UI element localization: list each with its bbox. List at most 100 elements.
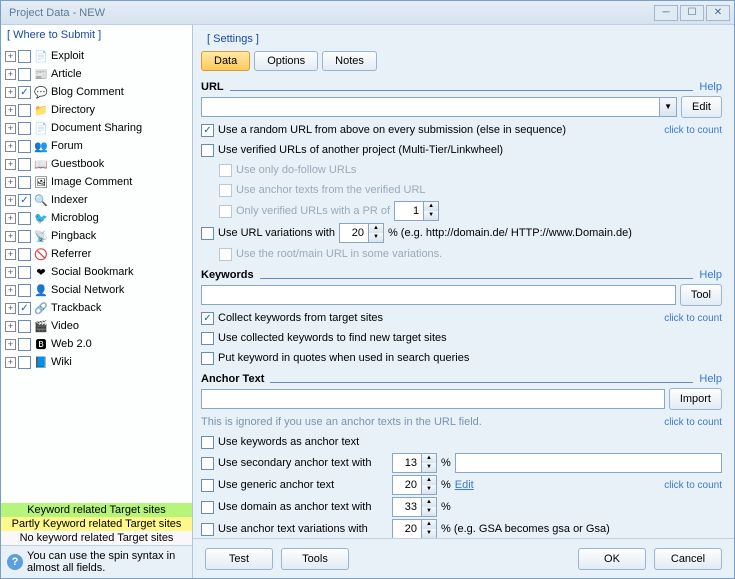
engine-checkbox[interactable] [18,356,31,369]
tree-item[interactable]: +🅱Web 2.0 [3,335,190,353]
collect-keywords-checkbox[interactable] [201,312,214,325]
url-edit-button[interactable]: Edit [681,96,722,118]
engine-checkbox[interactable] [18,266,31,279]
tree-item[interactable]: +🐦Microblog [3,209,190,227]
url-ctc[interactable]: click to count [664,125,722,136]
test-button[interactable]: Test [205,548,273,570]
expand-icon[interactable]: + [5,123,16,134]
close-button[interactable]: ✕ [706,5,730,21]
url-variations-checkbox[interactable] [201,227,214,240]
expand-icon[interactable]: + [5,87,16,98]
engine-checkbox[interactable] [18,194,31,207]
url-dropdown-button[interactable]: ▼ [659,98,676,116]
tab-data[interactable]: Data [201,51,250,71]
expand-icon[interactable]: + [5,51,16,62]
tree-item[interactable]: +💬Blog Comment [3,83,190,101]
expand-icon[interactable]: + [5,213,16,224]
anchor-variations-checkbox[interactable] [201,523,214,536]
pr-value[interactable] [395,202,423,220]
expand-icon[interactable]: + [5,195,16,206]
tree-item[interactable]: +👥Forum [3,137,190,155]
use-keywords-anchor-checkbox[interactable] [201,436,214,449]
engine-checkbox[interactable] [18,212,31,225]
use-collected-checkbox[interactable] [201,332,214,345]
generic-ctc[interactable]: click to count [664,480,722,491]
anchor-help-link[interactable]: Help [699,373,722,385]
expand-icon[interactable]: + [5,339,16,350]
pr-down[interactable]: ▼ [424,211,438,220]
tools-button[interactable]: Tools [281,548,349,570]
engine-checkbox[interactable] [18,158,31,171]
expand-icon[interactable]: + [5,159,16,170]
engine-checkbox[interactable] [18,50,31,63]
expand-icon[interactable]: + [5,231,16,242]
engine-tree[interactable]: +📄Exploit+📰Article+💬Blog Comment+📁Direct… [1,45,192,503]
settings-scroll[interactable]: URL Help ▼ Edit Use a random URL from a [201,75,726,538]
random-url-checkbox[interactable] [201,124,214,137]
engine-checkbox[interactable] [18,320,31,333]
cancel-button[interactable]: Cancel [654,548,722,570]
url-help-link[interactable]: Help [699,81,722,93]
anchor-import-button[interactable]: Import [669,388,722,410]
engine-checkbox[interactable] [18,122,31,135]
expand-icon[interactable]: + [5,69,16,80]
engine-checkbox[interactable] [18,284,31,297]
tree-item[interactable]: +🚫Referrer [3,245,190,263]
expand-icon[interactable]: + [5,177,16,188]
url-combo[interactable]: ▼ [201,97,677,117]
expand-icon[interactable]: + [5,141,16,152]
secondary-anchor-spinner[interactable]: ▲▼ [392,453,437,473]
expand-icon[interactable]: + [5,285,16,296]
tree-item[interactable]: +📁Directory [3,101,190,119]
verified-urls-checkbox[interactable] [201,144,214,157]
generic-anchor-edit-link[interactable]: Edit [455,479,474,491]
tree-item[interactable]: +📖Guestbook [3,155,190,173]
engine-checkbox[interactable] [18,302,31,315]
tree-item[interactable]: +🔗Trackback [3,299,190,317]
generic-anchor-checkbox[interactable] [201,479,214,492]
secondary-anchor-input[interactable] [455,453,722,473]
keywords-help-link[interactable]: Help [699,269,722,281]
anchor-input[interactable] [201,389,665,409]
minimize-button[interactable]: ─ [654,5,678,21]
ok-button[interactable]: OK [578,548,646,570]
engine-checkbox[interactable] [18,248,31,261]
expand-icon[interactable]: + [5,249,16,260]
tree-item[interactable]: +🖼Image Comment [3,173,190,191]
tree-item[interactable]: +🎬Video [3,317,190,335]
tree-item[interactable]: +🔍Indexer [3,191,190,209]
tree-item[interactable]: +👤Social Network [3,281,190,299]
keywords-tool-button[interactable]: Tool [680,284,722,306]
domain-anchor-checkbox[interactable] [201,501,214,514]
tree-item[interactable]: +📰Article [3,65,190,83]
tree-item[interactable]: +📡Pingback [3,227,190,245]
generic-anchor-spinner[interactable]: ▲▼ [392,475,437,495]
tree-item[interactable]: +📘Wiki [3,353,190,371]
expand-icon[interactable]: + [5,267,16,278]
tab-notes[interactable]: Notes [322,51,377,71]
url-variations-value[interactable] [340,224,368,242]
tree-item[interactable]: +📄Exploit [3,47,190,65]
url-variations-spinner[interactable]: ▲▼ [339,223,384,243]
keywords-input[interactable] [201,285,676,305]
engine-checkbox[interactable] [18,176,31,189]
tree-item[interactable]: +📄Document Sharing [3,119,190,137]
pr-spinner[interactable]: ▲▼ [394,201,439,221]
expand-icon[interactable]: + [5,321,16,332]
quotes-checkbox[interactable] [201,352,214,365]
domain-anchor-spinner[interactable]: ▲▼ [392,497,437,517]
engine-checkbox[interactable] [18,86,31,99]
engine-checkbox[interactable] [18,338,31,351]
pr-up[interactable]: ▲ [424,202,438,211]
anchor-variations-spinner[interactable]: ▲▼ [392,519,437,538]
keywords-ctc[interactable]: click to count [664,313,722,324]
engine-checkbox[interactable] [18,140,31,153]
engine-checkbox[interactable] [18,68,31,81]
maximize-button[interactable]: ☐ [680,5,704,21]
tab-options[interactable]: Options [254,51,318,71]
expand-icon[interactable]: + [5,357,16,368]
tree-item[interactable]: +❤Social Bookmark [3,263,190,281]
url-input[interactable] [202,98,659,116]
engine-checkbox[interactable] [18,230,31,243]
expand-icon[interactable]: + [5,303,16,314]
